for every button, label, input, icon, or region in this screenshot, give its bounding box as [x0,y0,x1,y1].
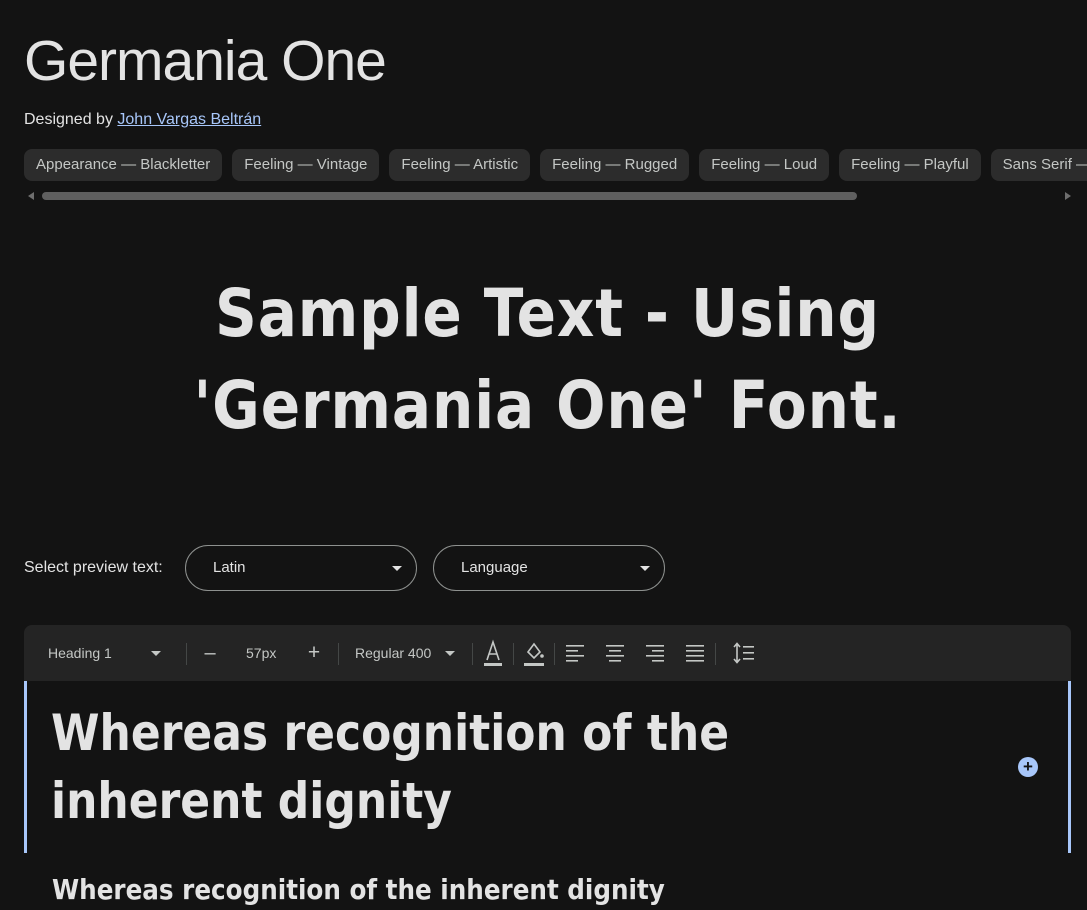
align-left-icon[interactable] [564,625,586,681]
text-color-icon[interactable] [482,625,504,681]
line-height-icon[interactable] [732,625,756,681]
horizontal-scrollbar[interactable] [24,190,1071,202]
decrease-size-button[interactable]: – [200,625,220,681]
toolbar-divider [554,643,555,665]
font-weight-value: Regular 400 [355,645,432,661]
tag-chips-scroller[interactable]: Appearance — Blackletter Feeling — Vinta… [24,149,1087,182]
dropdown-arrow-icon [151,651,161,656]
editor-heading-text[interactable]: Whereas recognition of the inherent dign… [51,699,843,835]
preview-editor[interactable]: Whereas recognition of the inherent dign… [24,681,1071,853]
sample-text-preview: Sample Text - Using 'Germania One' Font. [193,275,902,444]
tag-chip[interactable]: Feeling — Vintage [232,149,380,181]
tag-chip[interactable]: Feeling — Loud [699,149,830,181]
font-title: Germania One [24,29,387,93]
text-style-dropdown[interactable]: Heading 1 [48,625,188,681]
toolbar-divider [186,643,187,665]
scrollbar-thumb[interactable] [42,192,857,200]
align-right-icon[interactable] [644,625,666,681]
dropdown-arrow-icon [392,566,402,571]
tag-chip[interactable]: Sans Serif — [990,149,1087,181]
language-select-placeholder: Language [461,559,528,576]
language-select[interactable]: Language [433,545,665,591]
tag-chip[interactable]: Feeling — Playful [839,149,981,181]
tag-chip[interactable]: Feeling — Rugged [540,149,690,181]
tag-chip-list: Appearance — Blackletter Feeling — Vinta… [24,149,1087,181]
script-select-value: Latin [213,559,246,576]
dropdown-arrow-icon [445,651,455,656]
align-justify-icon[interactable] [684,625,706,681]
toolbar-divider [715,643,716,665]
toolbar-divider [338,643,339,665]
add-block-button[interactable]: + [1018,757,1038,777]
dropdown-arrow-icon [640,566,650,571]
scroll-left-arrow-icon[interactable] [28,192,34,200]
designed-by-label: Designed by [24,111,118,128]
text-style-value: Heading 1 [48,645,112,661]
designer-link[interactable]: John Vargas Beltrán [117,111,261,128]
editor-toolbar: Heading 1 – 57px + Regular 400 [24,625,1071,681]
font-size-value[interactable]: 57px [246,625,276,681]
preview-text-label: Select preview text: [24,559,163,576]
tag-chip[interactable]: Feeling — Artistic [389,149,531,181]
script-select[interactable]: Latin [185,545,417,591]
designer-line: Designed by John Vargas Beltrán [24,111,261,129]
scroll-right-arrow-icon[interactable] [1065,192,1071,200]
toolbar-divider [472,643,473,665]
align-center-icon[interactable] [604,625,626,681]
increase-size-button[interactable]: + [304,625,324,681]
tag-chip[interactable]: Appearance — Blackletter [24,149,223,181]
highlight-color-icon[interactable] [522,625,546,681]
toolbar-divider [513,643,514,665]
editor-next-line[interactable]: Whereas recognition of the inherent dign… [52,870,665,910]
